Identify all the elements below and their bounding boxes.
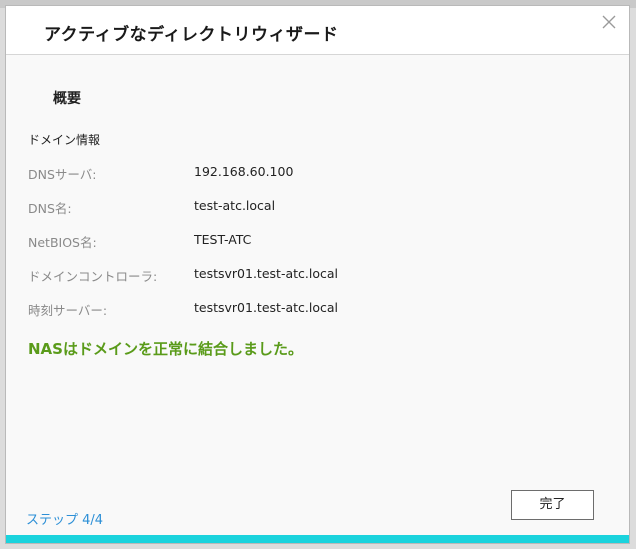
close-icon (602, 15, 616, 29)
domain-controller-row: ドメインコントローラ: testsvr01.test-atc.local (28, 266, 588, 284)
domain-controller-value: testsvr01.test-atc.local (194, 266, 338, 281)
time-server-row: 時刻サーバー: testsvr01.test-atc.local (28, 300, 588, 318)
dns-server-row: DNSサーバ: 192.168.60.100 (28, 164, 588, 182)
netbios-label: NetBIOS名: (28, 235, 97, 250)
dns-name-row: DNS名: test-atc.local (28, 198, 588, 216)
time-server-value: testsvr01.test-atc.local (194, 300, 338, 315)
netbios-row: NetBIOS名: TEST-ATC (28, 232, 588, 250)
domain-info-heading: ドメイン情報 (28, 133, 101, 147)
done-button[interactable]: 完了 (511, 490, 594, 520)
dns-name-value: test-atc.local (194, 198, 276, 213)
dns-name-label: DNS名: (28, 201, 72, 216)
domain-controller-label: ドメインコントローラ: (28, 269, 158, 284)
step-indicator: ステップ 4/4 (26, 513, 104, 528)
wizard-dialog: アクティブなディレクトリウィザード 概要 ドメイン情報 DNSサーバ: 192.… (5, 5, 630, 544)
progress-accent-bar (6, 535, 629, 543)
dns-server-label: DNSサーバ: (28, 167, 97, 182)
dialog-header: アクティブなディレクトリウィザード (6, 6, 629, 55)
time-server-label: 時刻サーバー: (28, 303, 108, 318)
dialog-title: アクティブなディレクトリウィザード (44, 25, 339, 45)
summary-heading: 概要 (53, 91, 81, 107)
dialog-body: 概要 ドメイン情報 DNSサーバ: 192.168.60.100 DNS名: t… (6, 55, 629, 535)
close-button[interactable] (599, 12, 619, 32)
dns-server-value: 192.168.60.100 (194, 164, 294, 179)
netbios-value: TEST-ATC (194, 232, 252, 247)
success-message: NASはドメインを正常に結合しました。 (28, 340, 303, 358)
